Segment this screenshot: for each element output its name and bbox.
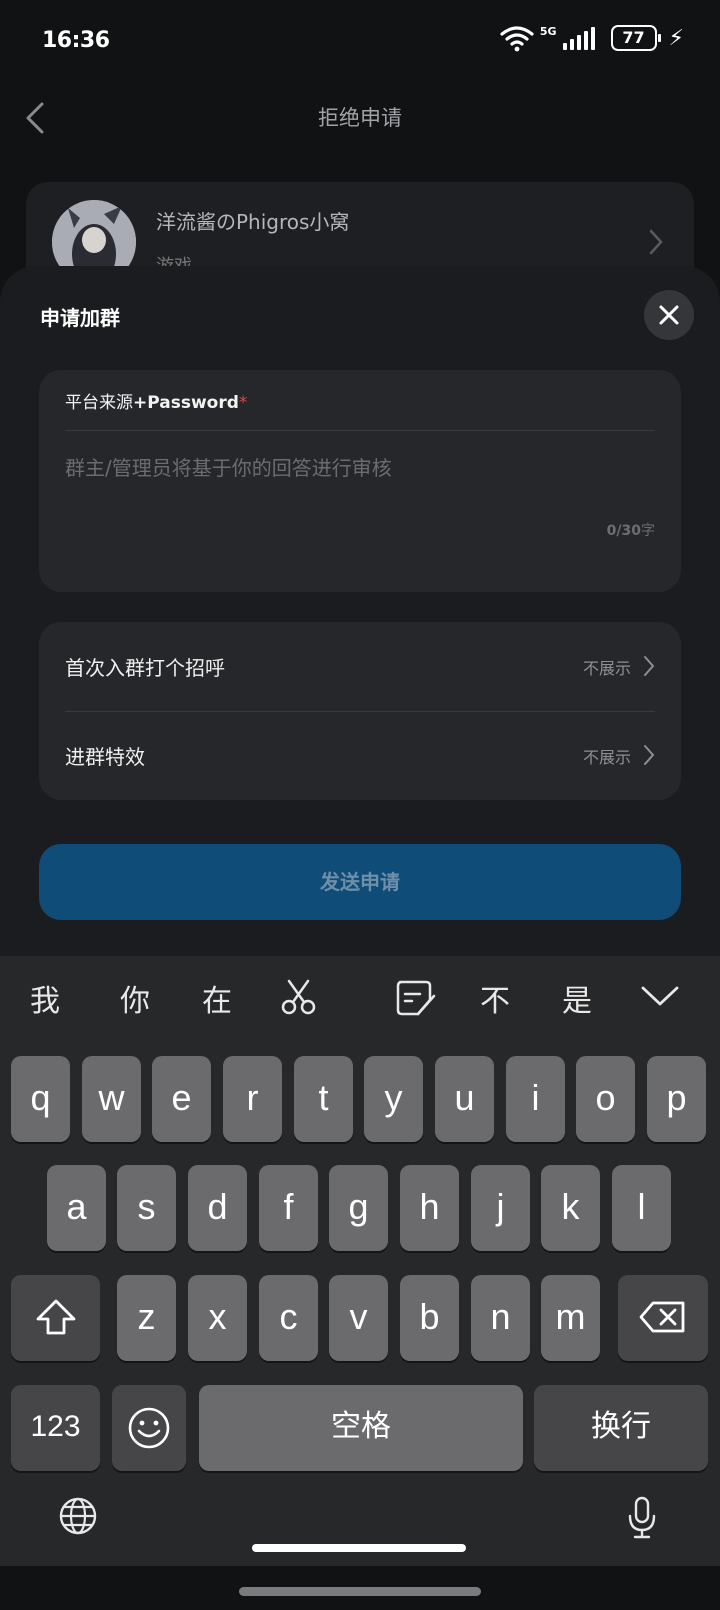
candidate-bar: 我 你 在 不 是 [0, 956, 720, 1036]
space-key[interactable]: 空格 [199, 1385, 523, 1471]
key-u[interactable]: u [435, 1056, 494, 1142]
signal-icon [562, 26, 595, 50]
key-y[interactable]: y [364, 1056, 423, 1142]
key-n[interactable]: n [471, 1275, 530, 1361]
close-icon [659, 305, 679, 325]
sheet-title: 申请加群 [40, 306, 120, 330]
key-k[interactable]: k [541, 1165, 600, 1251]
backspace-icon [639, 1301, 685, 1333]
key-o[interactable]: o [576, 1056, 635, 1142]
emoji-icon [128, 1407, 170, 1449]
row-value: 不展示 [582, 748, 631, 767]
candidate-word[interactable]: 你 [120, 976, 150, 1020]
backspace-key[interactable] [618, 1275, 708, 1361]
key-p[interactable]: p [647, 1056, 706, 1142]
required-mark: * [238, 393, 248, 413]
key-m[interactable]: m [541, 1275, 600, 1361]
chevron-right-icon [644, 745, 655, 765]
shift-key[interactable] [11, 1275, 100, 1361]
wifi-icon [500, 26, 534, 52]
answer-card: 平台来源+Password* 0/30字 [39, 370, 681, 592]
join-effect-row[interactable]: 进群特效 不展示 [39, 711, 681, 800]
key-f[interactable]: f [259, 1165, 318, 1251]
top-bar: 拒绝申请 [0, 84, 720, 156]
send-request-button[interactable]: 发送申请 [39, 844, 681, 920]
globe-icon[interactable] [58, 1496, 98, 1536]
character-counter: 0/30字 [606, 523, 655, 539]
settings-card: 首次入群打个招呼 不展示 进群特效 不展示 [39, 622, 681, 800]
battery-icon: 77 [610, 25, 661, 51]
emoji-key[interactable] [112, 1385, 186, 1471]
keyboard-home-indicator [252, 1544, 466, 1552]
key-i[interactable]: i [506, 1056, 565, 1142]
chevron-right-icon [649, 229, 663, 255]
key-g[interactable]: g [329, 1165, 388, 1251]
network-type: 5G [539, 24, 557, 38]
candidate-word[interactable]: 不 [480, 976, 510, 1020]
key-h[interactable]: h [400, 1165, 459, 1251]
key-t[interactable]: t [294, 1056, 353, 1142]
chevron-right-icon [644, 656, 655, 676]
keyboard: 我 你 在 不 是 q w e r t y u i o p a s d f g … [0, 956, 720, 1566]
key-q[interactable]: q [11, 1056, 70, 1142]
close-button[interactable] [644, 290, 694, 340]
key-w[interactable]: w [82, 1056, 141, 1142]
numbers-key[interactable]: 123 [11, 1385, 100, 1471]
row-value: 不展示 [582, 659, 631, 678]
candidate-word[interactable]: 是 [562, 976, 592, 1020]
status-bar: 16:36 5G 77 ⚡ [0, 0, 720, 84]
candidate-word[interactable]: 我 [30, 976, 60, 1020]
key-c[interactable]: c [259, 1275, 318, 1361]
key-s[interactable]: s [117, 1165, 176, 1251]
gesture-bar[interactable] [239, 1587, 481, 1596]
key-b[interactable]: b [400, 1275, 459, 1361]
key-v[interactable]: v [329, 1275, 388, 1361]
key-a[interactable]: a [47, 1165, 106, 1251]
collapse-keyboard-icon[interactable] [640, 984, 680, 1008]
key-r[interactable]: r [223, 1056, 282, 1142]
greeting-row[interactable]: 首次入群打个招呼 不展示 [39, 622, 681, 712]
question-label: 平台来源+Password* [65, 393, 248, 413]
key-z[interactable]: z [117, 1275, 176, 1361]
row-label: 进群特效 [65, 745, 145, 769]
status-icons: 5G 77 ⚡ [500, 24, 684, 52]
key-l[interactable]: l [612, 1165, 671, 1251]
answer-input[interactable] [65, 456, 645, 480]
key-j[interactable]: j [471, 1165, 530, 1251]
status-time: 16:36 [42, 28, 110, 53]
sticker-icon[interactable] [394, 978, 436, 1018]
candidate-word[interactable]: 在 [202, 976, 232, 1020]
divider [65, 430, 655, 431]
key-x[interactable]: x [188, 1275, 247, 1361]
row-label: 首次入群打个招呼 [65, 656, 225, 680]
charging-icon: ⚡ [668, 25, 684, 51]
microphone-icon[interactable] [626, 1496, 658, 1540]
enter-key[interactable]: 换行 [534, 1385, 708, 1471]
group-name: 洋流酱のPhigros小窝 [156, 210, 350, 234]
page-title: 拒绝申请 [318, 106, 402, 130]
shift-icon [36, 1299, 75, 1335]
key-d[interactable]: d [188, 1165, 247, 1251]
screen: 16:36 5G 77 ⚡ 拒绝申请 洋流酱のPhigros小窝 申请加群 平台… [0, 0, 720, 1610]
scissors-icon[interactable] [280, 978, 318, 1016]
key-e[interactable]: e [152, 1056, 211, 1142]
